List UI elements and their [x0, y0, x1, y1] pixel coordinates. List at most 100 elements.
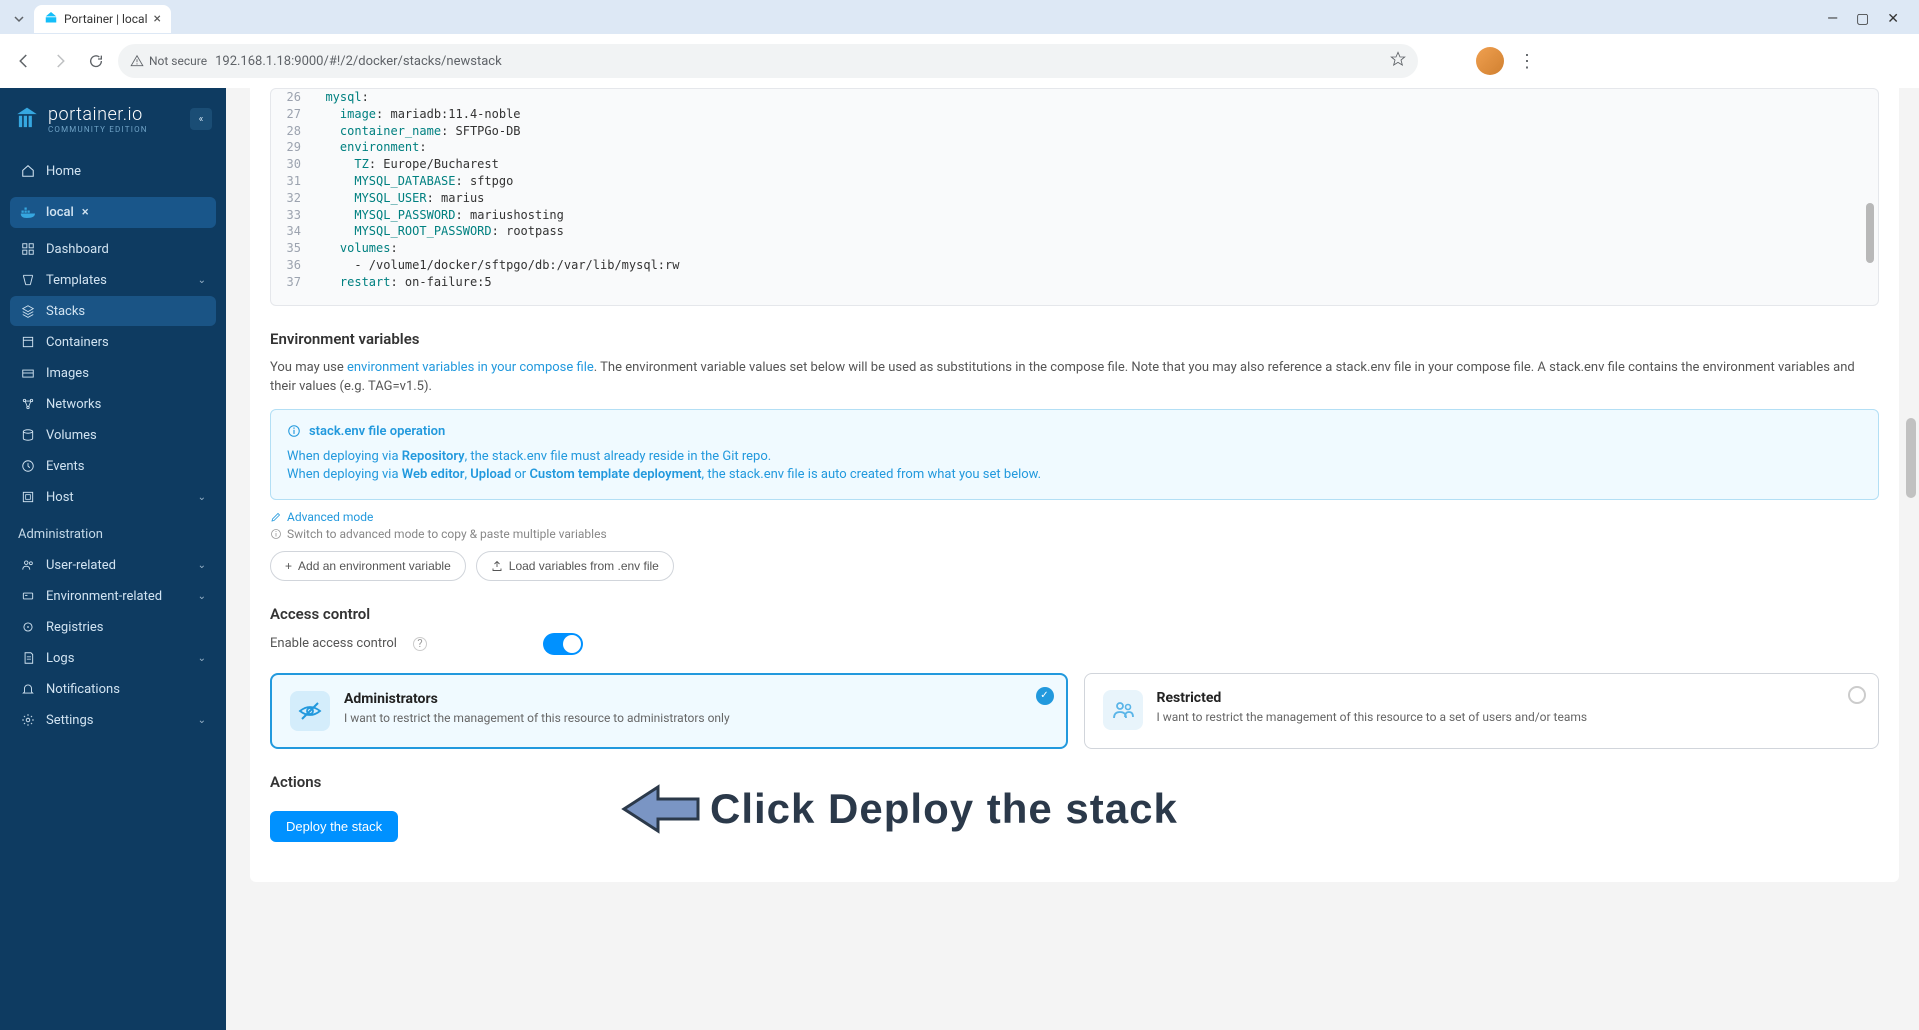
radio-unselected-icon	[1848, 686, 1866, 704]
actions-title: Actions	[270, 773, 1879, 791]
env-vars-description: You may use environment variables in you…	[270, 358, 1879, 397]
env-vars-doc-link[interactable]: environment variables in your compose fi…	[347, 360, 594, 375]
maximize-button[interactable]: ▢	[1856, 11, 1869, 27]
browser-menu-icon[interactable]: ⋮	[1512, 51, 1542, 72]
edit-icon	[270, 511, 282, 523]
environment-close-icon[interactable]: ×	[82, 205, 89, 220]
sidebar-item-host[interactable]: Host ⌄	[10, 482, 216, 512]
info-small-icon	[270, 528, 282, 540]
environment-header[interactable]: local ×	[10, 197, 216, 228]
chevron-down-icon: ⌄	[198, 591, 206, 602]
help-icon[interactable]: ?	[413, 637, 427, 651]
stacks-icon	[20, 303, 36, 319]
sidebar: portainer.io COMMUNITY EDITION « Home lo…	[0, 88, 226, 1030]
tab-title: Portainer | local	[64, 12, 148, 26]
profile-avatar[interactable]	[1476, 47, 1504, 75]
sidebar-item-user-related[interactable]: User-related ⌄	[10, 550, 216, 580]
chevron-down-icon: ⌄	[198, 715, 206, 726]
code-line: 31 MYSQL_DATABASE: sftpgo	[271, 173, 1878, 190]
code-line: 30 TZ: Europe/Bucharest	[271, 156, 1878, 173]
docker-icon	[20, 206, 38, 220]
sidebar-item-logs[interactable]: Logs ⌄	[10, 643, 216, 673]
code-line: 28 container_name: SFTPGo-DB	[271, 123, 1878, 140]
window-controls: — ▢ ✕	[1827, 11, 1911, 27]
code-line: 37 restart: on-failure:5	[271, 274, 1878, 291]
sidebar-item-environment-related[interactable]: Environment-related ⌄	[10, 581, 216, 611]
code-line: 35 volumes:	[271, 240, 1878, 257]
restricted-card-title: Restricted	[1157, 690, 1588, 706]
edition-label: COMMUNITY EDITION	[48, 125, 148, 134]
close-window-button[interactable]: ✕	[1887, 11, 1899, 27]
containers-icon	[20, 334, 36, 350]
sidebar-item-events[interactable]: Events	[10, 451, 216, 481]
code-line: 32 MYSQL_USER: marius	[271, 190, 1878, 207]
sidebar-item-dashboard[interactable]: Dashboard	[10, 234, 216, 264]
enable-access-control-row: Enable access control ?	[270, 633, 1879, 655]
chevron-down-icon: ⌄	[198, 492, 206, 503]
sidebar-item-home[interactable]: Home	[10, 156, 216, 186]
tab-close-icon[interactable]: ×	[154, 11, 161, 27]
bell-icon	[20, 681, 36, 697]
users-group-icon	[1103, 690, 1143, 730]
browser-chrome: Portainer | local × — ▢ ✕ Not secure 192…	[0, 0, 1919, 88]
info-line-1: When deploying via Repository, the stack…	[287, 449, 1862, 464]
gear-icon	[20, 712, 36, 728]
sidebar-item-networks[interactable]: Networks	[10, 389, 216, 419]
sidebar-item-templates[interactable]: Templates ⌄	[10, 265, 216, 295]
bookmark-star-icon[interactable]	[1390, 51, 1406, 71]
chevron-down-icon: ⌄	[198, 653, 206, 664]
code-line: 36 - /volume1/docker/sftpgo/db:/var/lib/…	[271, 257, 1878, 274]
sidebar-item-containers[interactable]: Containers	[10, 327, 216, 357]
info-line-2: When deploying via Web editor, Upload or…	[287, 467, 1862, 482]
code-line: 27 image: mariadb:11.4-noble	[271, 106, 1878, 123]
stack-env-info-box: stack.env file operation When deploying …	[270, 409, 1879, 500]
dashboard-icon	[20, 241, 36, 257]
portainer-logo-icon	[14, 106, 40, 132]
address-bar: Not secure 192.168.1.18:9000/#!/2/docker…	[0, 34, 1919, 88]
access-restricted-card[interactable]: Restricted I want to restrict the manage…	[1084, 673, 1880, 749]
page-scrollbar[interactable]	[1902, 88, 1916, 1030]
code-line: 33 MYSQL_PASSWORD: mariushosting	[271, 207, 1878, 224]
sidebar-collapse-button[interactable]: «	[190, 108, 212, 130]
tab-dropdown[interactable]	[8, 8, 30, 30]
tab-bar: Portainer | local × — ▢ ✕	[0, 0, 1919, 34]
portainer-favicon-icon	[44, 12, 58, 26]
code-line: 26 mysql:	[271, 89, 1878, 106]
sidebar-item-settings[interactable]: Settings ⌄	[10, 705, 216, 735]
code-line: 29 environment:	[271, 139, 1878, 156]
environment-name: local	[46, 205, 74, 220]
not-secure-badge[interactable]: Not secure	[130, 54, 207, 68]
editor-scrollbar[interactable]	[1864, 93, 1874, 301]
home-icon	[20, 163, 36, 179]
browser-tab[interactable]: Portainer | local ×	[34, 5, 171, 33]
environment-icon	[20, 588, 36, 604]
compose-editor[interactable]: 26 mysql:27 image: mariadb:11.4-noble28 …	[270, 88, 1879, 306]
eye-off-icon	[290, 691, 330, 731]
back-button[interactable]	[10, 47, 38, 75]
forward-button[interactable]	[46, 47, 74, 75]
reload-button[interactable]	[82, 47, 110, 75]
sidebar-item-images[interactable]: Images	[10, 358, 216, 388]
minimize-button[interactable]: —	[1827, 11, 1838, 27]
access-control-toggle[interactable]	[543, 633, 583, 655]
admin-card-title: Administrators	[344, 691, 730, 707]
admin-card-desc: I want to restrict the management of thi…	[344, 711, 730, 725]
volumes-icon	[20, 427, 36, 443]
advanced-mode-link[interactable]: Advanced mode	[270, 510, 373, 524]
env-vars-title: Environment variables	[270, 330, 1879, 348]
load-env-file-button[interactable]: Load variables from .env file	[476, 551, 674, 581]
sidebar-item-stacks[interactable]: Stacks	[10, 296, 216, 326]
access-administrators-card[interactable]: Administrators I want to restrict the ma…	[270, 673, 1068, 749]
deploy-stack-button[interactable]: Deploy the stack	[270, 811, 398, 842]
info-icon	[287, 424, 301, 438]
images-icon	[20, 365, 36, 381]
sidebar-item-volumes[interactable]: Volumes	[10, 420, 216, 450]
url-input[interactable]: Not secure 192.168.1.18:9000/#!/2/docker…	[118, 44, 1418, 78]
sidebar-item-notifications[interactable]: Notifications	[10, 674, 216, 704]
code-line: 34 MYSQL_ROOT_PASSWORD: rootpass	[271, 223, 1878, 240]
add-env-var-button[interactable]: + Add an environment variable	[270, 551, 466, 581]
logo: portainer.io COMMUNITY EDITION «	[10, 100, 216, 142]
restricted-card-desc: I want to restrict the management of thi…	[1157, 710, 1588, 724]
sidebar-item-registries[interactable]: Registries	[10, 612, 216, 642]
check-icon: ✓	[1036, 687, 1054, 705]
